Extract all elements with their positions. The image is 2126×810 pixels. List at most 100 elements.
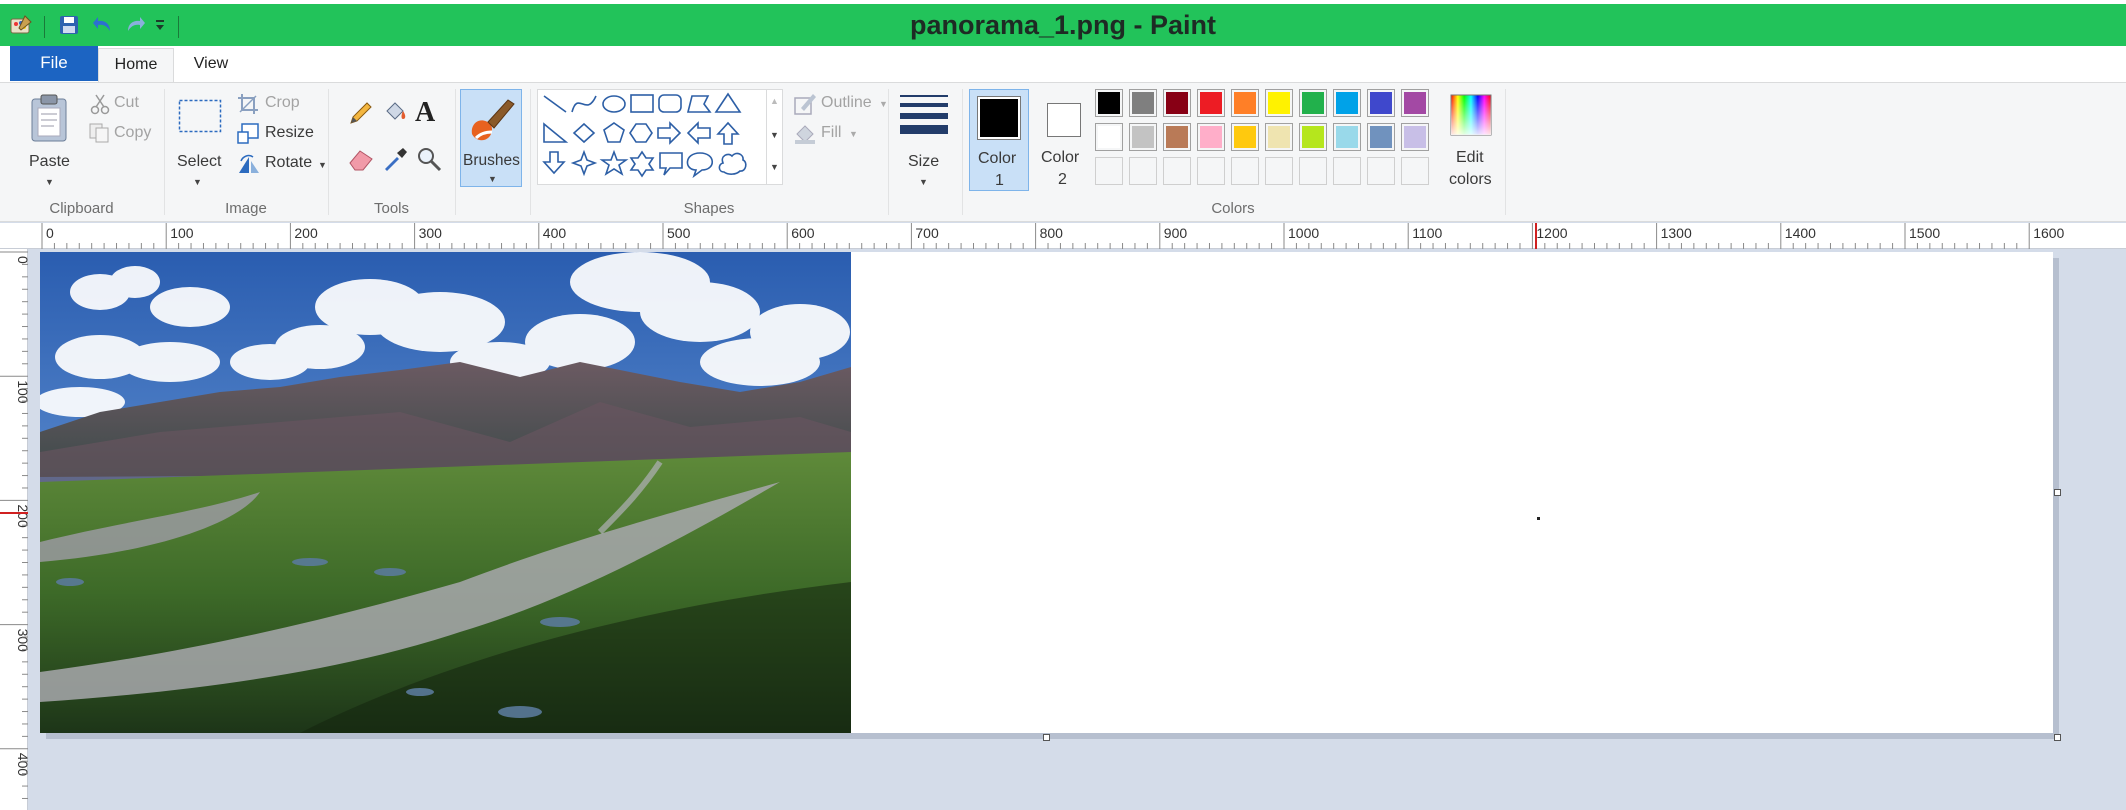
- color-picker-icon[interactable]: [381, 145, 409, 173]
- custom-color-slot[interactable]: [1401, 157, 1429, 185]
- shapes-gallery: [537, 89, 767, 185]
- resize-button[interactable]: Resize: [235, 121, 325, 147]
- tab-view[interactable]: View: [176, 48, 246, 82]
- palette-swatch[interactable]: [1231, 89, 1259, 117]
- palette-swatch[interactable]: [1163, 123, 1191, 151]
- brushes-label: Brushes: [463, 152, 520, 169]
- four-point-star-shape-icon[interactable]: [570, 149, 598, 177]
- custom-color-slot[interactable]: [1333, 157, 1361, 185]
- color1-button[interactable]: Color 1: [969, 89, 1029, 191]
- colors-group: Color 1 Color 2 Edit colors Colors: [963, 83, 1503, 221]
- select-button[interactable]: Select ▼: [171, 89, 225, 189]
- pentagon-shape-icon[interactable]: [603, 122, 625, 143]
- six-point-star-shape-icon[interactable]: [629, 150, 655, 178]
- text-tool-icon[interactable]: A: [415, 97, 435, 129]
- up-arrow-shape-icon[interactable]: [716, 121, 740, 145]
- custom-color-slot[interactable]: [1231, 157, 1259, 185]
- shapes-scroll-down-icon[interactable]: ▼: [770, 130, 779, 140]
- hexagon-shape-icon[interactable]: [629, 123, 653, 143]
- outline-button[interactable]: Outline ▼: [791, 91, 888, 117]
- copy-button[interactable]: Copy: [88, 121, 158, 147]
- ruler-tick-label: 1200: [1536, 225, 1567, 241]
- ribbon-tabs: File Home View: [0, 46, 2126, 82]
- palette-swatch[interactable]: [1333, 123, 1361, 151]
- palette-swatch[interactable]: [1401, 123, 1429, 151]
- fill-icon: [795, 125, 815, 144]
- tab-file[interactable]: File: [10, 46, 98, 81]
- diamond-shape-icon[interactable]: [572, 122, 596, 144]
- ruler-tick-label: 1100: [1412, 225, 1442, 241]
- rotate-button[interactable]: Rotate ▼: [235, 151, 329, 177]
- fill-dropdown-icon: ▼: [849, 129, 858, 139]
- palette-swatch[interactable]: [1299, 89, 1327, 117]
- palette-swatch[interactable]: [1129, 89, 1157, 117]
- palette-swatch[interactable]: [1231, 123, 1259, 151]
- ruler-tick-label: 400: [15, 753, 28, 777]
- image-group-label: Image: [225, 200, 267, 217]
- rectangle-shape-icon[interactable]: [630, 94, 654, 113]
- custom-color-slot[interactable]: [1197, 157, 1225, 185]
- palette-swatch[interactable]: [1333, 89, 1361, 117]
- canvas-resize-handle-bottom[interactable]: [1043, 734, 1050, 741]
- cut-label: Cut: [114, 94, 139, 111]
- palette-swatch[interactable]: [1163, 89, 1191, 117]
- palette-swatch[interactable]: [1265, 89, 1293, 117]
- right-arrow-shape-icon[interactable]: [657, 121, 682, 145]
- palette-swatch[interactable]: [1095, 89, 1123, 117]
- custom-color-slot[interactable]: [1095, 157, 1123, 185]
- paste-button[interactable]: Paste ▼: [10, 89, 88, 189]
- color2-button[interactable]: Color 2: [1033, 89, 1093, 191]
- oval-callout-shape-icon[interactable]: [686, 152, 714, 179]
- rect-callout-shape-icon[interactable]: [659, 152, 683, 176]
- palette-swatch[interactable]: [1197, 123, 1225, 151]
- tab-home[interactable]: Home: [98, 48, 174, 82]
- shapes-more-icon[interactable]: ▼: [770, 162, 779, 172]
- palette-swatch[interactable]: [1265, 123, 1293, 151]
- ruler-tick-label: 1500: [1909, 225, 1940, 241]
- oval-shape-icon[interactable]: [602, 95, 626, 113]
- palette-swatch[interactable]: [1095, 123, 1123, 151]
- palette-swatch[interactable]: [1401, 89, 1429, 117]
- right-triangle-shape-icon[interactable]: [543, 122, 569, 143]
- magnifier-icon[interactable]: [415, 145, 443, 173]
- five-point-star-shape-icon[interactable]: [599, 149, 629, 176]
- down-arrow-shape-icon[interactable]: [542, 151, 566, 175]
- palette-swatch[interactable]: [1299, 123, 1327, 151]
- shapes-scroll-up-icon[interactable]: ▲: [770, 96, 779, 106]
- custom-color-slot[interactable]: [1265, 157, 1293, 185]
- select-rectangle-icon: [178, 99, 222, 133]
- size-button[interactable]: Size ▼: [892, 89, 954, 189]
- drawing-canvas[interactable]: [40, 252, 2053, 733]
- custom-color-slot[interactable]: [1163, 157, 1191, 185]
- pencil-icon[interactable]: [347, 99, 375, 127]
- shapes-scrollbar[interactable]: ▲ ▼ ▼: [767, 89, 783, 185]
- palette-swatch[interactable]: [1129, 123, 1157, 151]
- custom-color-slot[interactable]: [1129, 157, 1157, 185]
- canvas-resize-handle-right[interactable]: [2054, 489, 2061, 496]
- custom-color-slot[interactable]: [1367, 157, 1395, 185]
- palette-swatch[interactable]: [1197, 89, 1225, 117]
- brushes-button[interactable]: Brushes ▼: [460, 89, 522, 187]
- edit-colors-button[interactable]: Edit colors: [1439, 89, 1501, 191]
- fill-bucket-icon[interactable]: [381, 99, 409, 127]
- cut-button[interactable]: Cut: [88, 91, 158, 117]
- palette-swatch[interactable]: [1367, 123, 1395, 151]
- polygon-shape-icon[interactable]: [686, 95, 712, 113]
- panorama-image: [40, 252, 851, 733]
- left-arrow-shape-icon[interactable]: [686, 121, 711, 145]
- custom-color-slot[interactable]: [1299, 157, 1327, 185]
- eraser-icon[interactable]: [347, 145, 375, 173]
- color1-number: 1: [995, 172, 1004, 189]
- crop-button[interactable]: Crop: [235, 91, 315, 117]
- ruler-tick-label: 1600: [2033, 225, 2064, 241]
- resize-label: Resize: [265, 124, 314, 141]
- curve-shape-icon[interactable]: [571, 95, 597, 113]
- palette-swatch[interactable]: [1367, 89, 1395, 117]
- fill-button[interactable]: Fill ▼: [791, 121, 871, 147]
- canvas-resize-handle-corner[interactable]: [2054, 734, 2061, 741]
- rounded-rectangle-shape-icon[interactable]: [658, 94, 682, 113]
- crop-icon: [238, 94, 258, 114]
- cloud-callout-shape-icon[interactable]: [718, 152, 747, 175]
- triangle-shape-icon[interactable]: [714, 92, 742, 113]
- line-shape-icon[interactable]: [543, 95, 567, 113]
